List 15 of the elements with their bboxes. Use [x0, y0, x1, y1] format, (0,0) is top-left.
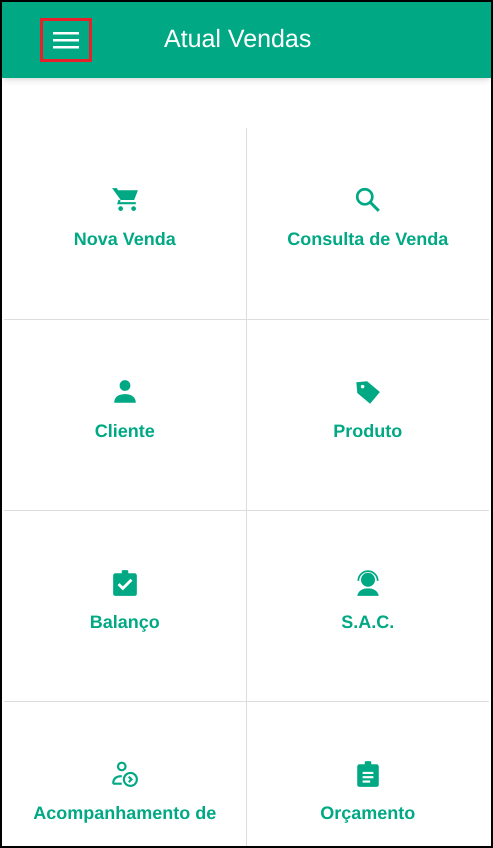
menu-icon: [53, 31, 79, 49]
cart-icon: [110, 186, 139, 214]
menu-tile[interactable]: Produto: [246, 319, 489, 510]
menu-tile[interactable]: S.A.C.: [246, 510, 489, 701]
menu-tile[interactable]: Consulta de Venda: [246, 128, 489, 319]
search-icon: [354, 186, 382, 214]
app-title: Atual Vendas: [164, 24, 312, 56]
person-arrow-icon: [110, 760, 139, 788]
menu-button[interactable]: [40, 18, 92, 62]
menu-tile[interactable]: Orçamento: [246, 701, 489, 846]
menu-tile[interactable]: Balanço: [4, 510, 246, 701]
menu-tile[interactable]: Nova Venda: [4, 128, 246, 319]
menu-tile[interactable]: Acompanhamento de: [4, 701, 246, 846]
clipboard-check-icon: [110, 569, 139, 597]
menu-tile[interactable]: Cliente: [4, 319, 246, 510]
